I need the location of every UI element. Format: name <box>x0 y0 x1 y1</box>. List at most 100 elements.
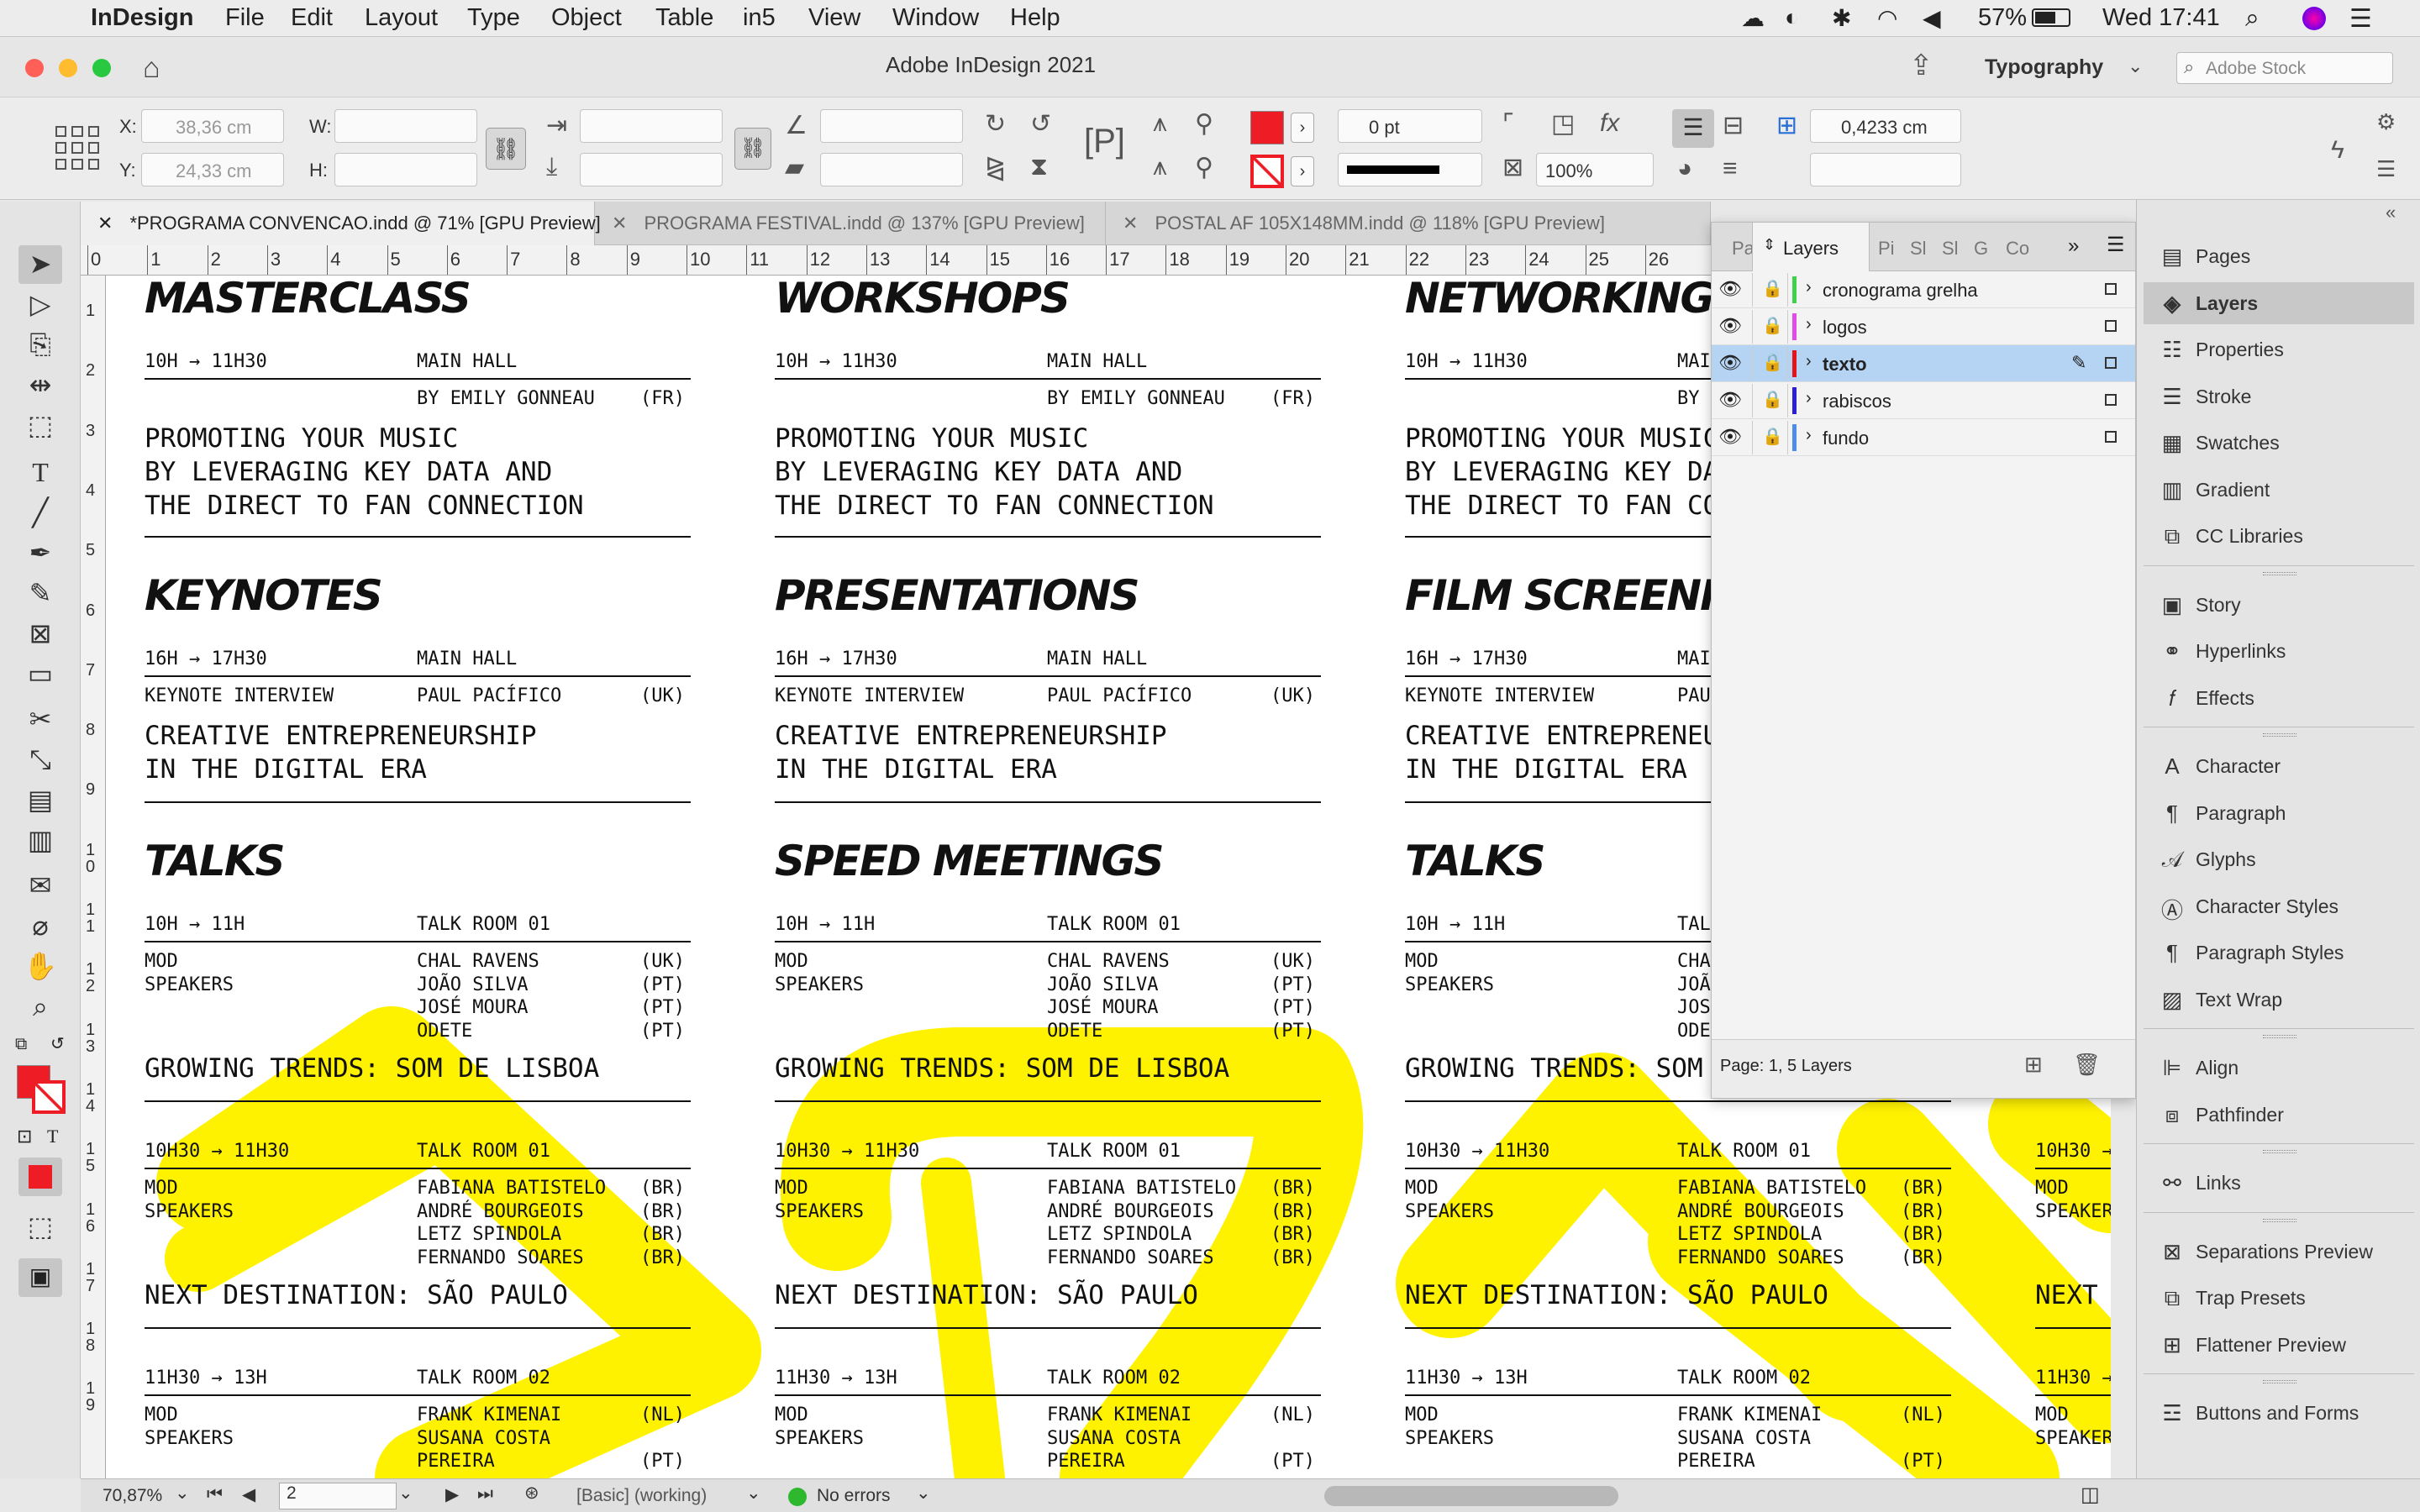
trash-icon[interactable]: 🗑 <box>2073 1052 2101 1078</box>
menu-table[interactable]: Table <box>655 4 713 32</box>
flip-vertical-icon[interactable]: ⧗ <box>1030 153 1048 181</box>
rotate-cw-icon[interactable]: ↻ <box>985 109 1006 139</box>
line-tool-icon[interactable]: ╱ <box>22 496 59 529</box>
grip-handle[interactable] <box>2263 733 2296 737</box>
dock-item-links[interactable]: ⚯ Links <box>2144 1162 2414 1204</box>
expand-panels-icon[interactable]: » <box>2068 234 2079 258</box>
creative-cloud-icon[interactable]: ☁ <box>1741 4 1765 32</box>
gradient-feather-tool-icon[interactable]: ▥ <box>22 823 59 857</box>
panel-menu-icon[interactable]: ☰ <box>2376 156 2396 182</box>
dock-item-hyperlinks[interactable]: ⚭ Hyperlinks <box>2144 630 2414 672</box>
menu-edit[interactable]: Edit <box>291 4 333 32</box>
close-window-button[interactable] <box>25 59 44 77</box>
tab-pages[interactable]: Pa <box>1732 238 1754 260</box>
layer-name[interactable]: rabiscos <box>1823 391 1891 412</box>
scissors-tool-icon[interactable]: ✂ <box>22 702 59 736</box>
rotate-angle-icon[interactable]: ∠ <box>785 111 808 140</box>
tab-sl-1[interactable]: Sl <box>1910 238 1927 260</box>
collapse-icon[interactable]: ⇕ <box>1763 236 1776 254</box>
reference-point-icon[interactable] <box>55 126 99 170</box>
stroke-type-select[interactable] <box>1338 153 1482 186</box>
lock-icon[interactable]: 🔒 <box>1762 426 1783 447</box>
dock-item-paragraph[interactable]: ¶ Paragraph <box>2144 792 2414 834</box>
dock-item-layers[interactable]: ◈ Layers <box>2144 281 2414 324</box>
dock-item-pathfinder[interactable]: ⧈ Pathfinder <box>2144 1094 2414 1136</box>
rectangle-frame-tool-icon[interactable]: ⊠ <box>22 617 59 650</box>
minimize-window-button[interactable] <box>59 59 77 77</box>
menu-layout[interactable]: Layout <box>365 4 438 32</box>
fx-icon[interactable]: fx <box>1600 109 1619 138</box>
layer-row-texto[interactable]: 👁 🔒 › texto ✎ <box>1712 345 2135 382</box>
stroke-color-box[interactable] <box>32 1080 66 1114</box>
tab-g[interactable]: G <box>1974 238 1988 260</box>
control-center-icon[interactable]: ☰ <box>2349 4 2372 34</box>
opacity-icon[interactable]: ⊠ <box>1502 153 1523 182</box>
note-tool-icon[interactable]: ✉ <box>22 869 59 902</box>
auto-fit-icon[interactable]: ⊞ <box>1776 111 1797 140</box>
constrain-scale-icon[interactable]: ⛓ <box>734 128 771 170</box>
formatting-container-icon[interactable]: ⊡ <box>17 1126 32 1147</box>
chevron-right-icon[interactable]: › <box>1806 426 1812 445</box>
dock-item-trap-presets[interactable]: ⧉ Trap Presets <box>2144 1277 2414 1319</box>
chevron-right-icon[interactable]: › <box>1806 315 1812 334</box>
rotate-ccw-icon[interactable]: ↺ <box>1030 109 1051 139</box>
chevron-down-icon[interactable]: ⌄ <box>916 1483 931 1504</box>
pencil-tool-icon[interactable]: ✎ <box>22 576 59 610</box>
shear-angle-icon[interactable]: ▰ <box>785 153 804 182</box>
lock-icon[interactable]: 🔒 <box>1762 352 1783 373</box>
y-field[interactable]: 24,33 cm <box>141 153 284 186</box>
tab-programa-convencao[interactable]: ✕ *PROGRAMA CONVENCAO.indd @ 71% [GPU Pre… <box>81 202 601 245</box>
scale-y-field[interactable] <box>580 153 723 186</box>
first-page-icon[interactable]: ⏮ <box>207 1484 223 1504</box>
corner-options-icon[interactable]: ⌜ <box>1502 109 1514 139</box>
layer-name[interactable]: cronograma grelha <box>1823 280 1978 302</box>
chevron-down-icon[interactable]: ⌄ <box>746 1483 761 1504</box>
close-icon[interactable]: ✕ <box>97 213 113 234</box>
stroke-weight-field[interactable]: 0 pt <box>1338 109 1482 143</box>
pen-tool-icon[interactable]: ✒ <box>22 536 59 570</box>
next-page-icon[interactable]: ▶ <box>445 1484 459 1505</box>
select-container-icon[interactable]: ⩚ <box>1153 109 1167 138</box>
eye-icon[interactable]: 👁 <box>1718 315 1742 337</box>
fill-swatch[interactable] <box>1250 111 1284 144</box>
dock-item-buttons-and-forms[interactable]: ☲ Buttons and Forms <box>2144 1392 2414 1434</box>
gradient-swatch-tool-icon[interactable]: ▤ <box>22 783 59 816</box>
gutter-field[interactable]: 0,4233 cm <box>1810 109 1961 143</box>
shear-field[interactable] <box>820 153 963 186</box>
grip-handle[interactable] <box>2263 571 2296 575</box>
selection-square-icon[interactable] <box>2105 394 2117 406</box>
adobe-stock-search[interactable]: ⌕ Adobe Stock <box>2176 52 2393 84</box>
rotation-field[interactable] <box>820 109 963 143</box>
dock-item-align[interactable]: ⊫ Align <box>2144 1047 2414 1089</box>
tab-layers[interactable]: ⇕ Layers <box>1752 223 1870 271</box>
tab-programa-festival[interactable]: ✕ PROGRAMA FESTIVAL.indd @ 137% [GPU Prev… <box>595 202 1106 245</box>
menu-help[interactable]: Help <box>1010 4 1060 32</box>
constrain-proportions-icon[interactable]: ⛓ <box>486 128 526 170</box>
height-field[interactable] <box>334 153 477 186</box>
dock-item-flattener-preview[interactable]: ⊞ Flattener Preview <box>2144 1324 2414 1366</box>
menu-view[interactable]: View <box>808 4 860 32</box>
menu-type[interactable]: Type <box>467 4 520 32</box>
fill-menu-button[interactable]: › <box>1291 113 1314 143</box>
dock-item-character[interactable]: A Character <box>2144 745 2414 787</box>
text-wrap-jump-icon[interactable]: ≡ <box>1723 155 1738 183</box>
clock[interactable]: Wed 17:41 <box>2102 4 2220 32</box>
workspace-switcher[interactable]: Typography <box>1985 55 2103 80</box>
chevron-right-icon[interactable]: › <box>1806 352 1812 371</box>
eye-icon[interactable]: 👁 <box>1718 426 1742 448</box>
page-tool-icon[interactable]: ⎘ <box>22 328 59 361</box>
lock-icon[interactable]: 🔒 <box>1762 315 1783 336</box>
apply-none-icon[interactable]: ⬚ <box>22 1210 59 1243</box>
eyedropper-tool-icon[interactable]: ⌀ <box>22 909 59 942</box>
flip-horizontal-icon[interactable]: ⧎ <box>985 153 1006 182</box>
layer-row-fundo[interactable]: 👁 🔒 › fundo <box>1712 419 2135 456</box>
layer-name[interactable]: texto <box>1823 354 1867 375</box>
spotlight-icon[interactable]: ⌕ <box>2245 4 2260 33</box>
menu-file[interactable]: File <box>225 4 265 32</box>
eye-icon[interactable]: 👁 <box>1718 278 1742 300</box>
zoom-window-button[interactable] <box>92 59 111 77</box>
dock-item-text-wrap[interactable]: ▨ Text Wrap <box>2144 979 2414 1021</box>
x-field[interactable]: 38,36 cm <box>141 109 284 143</box>
selection-square-icon[interactable] <box>2105 431 2117 443</box>
lock-icon[interactable]: 🔒 <box>1762 389 1783 410</box>
